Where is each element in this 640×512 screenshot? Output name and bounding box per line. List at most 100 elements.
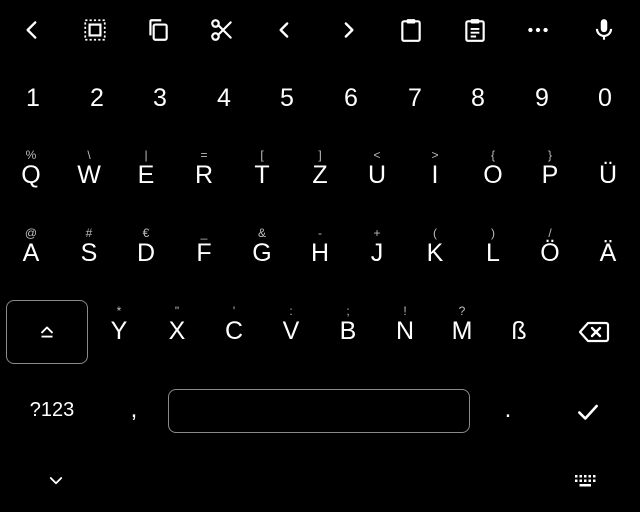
key-4[interactable]: 4 bbox=[195, 64, 253, 132]
checkmark-icon bbox=[578, 404, 598, 420]
key-t[interactable]: [T bbox=[233, 140, 291, 210]
comma-key[interactable]: , bbox=[116, 388, 152, 432]
key-label: X bbox=[168, 316, 186, 345]
key-label: 7 bbox=[408, 83, 422, 112]
key-hint: € bbox=[142, 226, 150, 240]
key-z[interactable]: ] Z bbox=[291, 140, 349, 210]
key-hint: & bbox=[257, 226, 266, 240]
more-icon[interactable] bbox=[520, 12, 556, 48]
key-0[interactable]: 0 bbox=[576, 64, 634, 132]
key-1[interactable]: 1 bbox=[4, 64, 62, 132]
key-hint: < bbox=[373, 148, 381, 162]
key-hint: ] bbox=[318, 148, 322, 162]
key-l[interactable]: ) L bbox=[464, 218, 522, 288]
key-label: 2 bbox=[90, 83, 104, 112]
key-label: B bbox=[339, 316, 357, 345]
key-u[interactable]: < U bbox=[348, 140, 406, 210]
key-label: 8 bbox=[471, 83, 485, 112]
symbols-button[interactable]: ?123 bbox=[16, 388, 88, 432]
shift-button[interactable] bbox=[6, 300, 88, 364]
key-hint: } bbox=[547, 148, 552, 162]
key-q[interactable]: % Q bbox=[2, 140, 60, 210]
key-label: F bbox=[196, 238, 212, 267]
key-r[interactable]: = R bbox=[175, 140, 233, 210]
key-c[interactable]: ' C bbox=[205, 296, 263, 366]
key-f[interactable]: _ F bbox=[175, 218, 233, 288]
key-w[interactable]: \ W bbox=[60, 140, 118, 210]
key-9[interactable]: 9 bbox=[513, 64, 571, 132]
key-h[interactable]: -H bbox=[291, 218, 349, 288]
key-hint: { bbox=[490, 148, 495, 162]
backspace-button[interactable] bbox=[560, 300, 628, 364]
key-label: U bbox=[367, 160, 387, 189]
key-label: N bbox=[395, 316, 415, 345]
key-i[interactable]: > I bbox=[406, 140, 464, 210]
key-label: 9 bbox=[535, 83, 549, 112]
key-g[interactable]: & G bbox=[233, 218, 291, 288]
key-eszett[interactable]: ß bbox=[490, 296, 548, 366]
backspace-icon bbox=[578, 321, 610, 343]
key-label: G bbox=[252, 238, 272, 267]
key-label: V bbox=[282, 316, 300, 345]
key-3[interactable]: 3 bbox=[131, 64, 189, 132]
copy-icon[interactable] bbox=[140, 12, 176, 48]
key-b[interactable]: ; B bbox=[319, 296, 377, 366]
key-label: I bbox=[431, 160, 439, 189]
cut-icon[interactable] bbox=[204, 12, 240, 48]
key-ae[interactable]: Ä bbox=[579, 218, 637, 288]
suggestion-toolbar bbox=[0, 0, 640, 60]
keyboard-switcher-button[interactable] bbox=[566, 466, 606, 496]
key-a[interactable]: @ A bbox=[2, 218, 60, 288]
key-8[interactable]: 8 bbox=[449, 64, 507, 132]
key-j[interactable]: + J bbox=[348, 218, 406, 288]
key-d[interactable]: € D bbox=[117, 218, 175, 288]
key-hint: ( bbox=[433, 226, 437, 240]
key-label: E bbox=[137, 160, 155, 189]
key-hint: _ bbox=[200, 226, 208, 240]
clipboard-list-icon[interactable] bbox=[457, 12, 493, 48]
key-hint: ; bbox=[346, 304, 350, 318]
key-label: Ü bbox=[598, 160, 618, 189]
cursor-left-icon[interactable] bbox=[267, 12, 303, 48]
key-k[interactable]: (K bbox=[406, 218, 464, 288]
key-label: Ö bbox=[540, 238, 560, 267]
key-label: P bbox=[541, 160, 559, 189]
key-label: A bbox=[22, 238, 40, 267]
key-p[interactable]: } P bbox=[521, 140, 579, 210]
microphone-icon[interactable] bbox=[586, 12, 622, 48]
key-label: 3 bbox=[153, 83, 167, 112]
key-m[interactable]: ? M bbox=[433, 296, 491, 366]
key-2[interactable]: 2 bbox=[68, 64, 126, 132]
chevron-left-icon[interactable] bbox=[14, 12, 50, 48]
key-hint: | bbox=[144, 148, 148, 162]
key-oe[interactable]: / Ö bbox=[521, 218, 579, 288]
key-label: Z bbox=[312, 160, 328, 189]
key-label: W bbox=[77, 160, 101, 189]
key-x[interactable]: " X bbox=[148, 296, 206, 366]
key-hint: > bbox=[431, 148, 439, 162]
key-e[interactable]: | E bbox=[117, 140, 175, 210]
key-s[interactable]: # S bbox=[60, 218, 118, 288]
key-o[interactable]: {O bbox=[464, 140, 522, 210]
chevron-down-icon bbox=[49, 477, 63, 485]
key-label: C bbox=[224, 316, 244, 345]
key-hint: + bbox=[373, 226, 381, 240]
key-y[interactable]: * Y bbox=[90, 296, 148, 366]
clipboard-icon[interactable] bbox=[393, 12, 429, 48]
key-label: 4 bbox=[217, 83, 231, 112]
period-key[interactable]: . bbox=[490, 388, 526, 432]
select-all-icon[interactable] bbox=[77, 12, 113, 48]
keyboard-icon bbox=[575, 475, 596, 487]
cursor-right-icon[interactable] bbox=[330, 12, 366, 48]
space-bar[interactable] bbox=[168, 389, 470, 433]
key-label: J bbox=[370, 238, 384, 267]
hide-keyboard-button[interactable] bbox=[38, 466, 74, 496]
key-n[interactable]: ! N bbox=[376, 296, 434, 366]
enter-button[interactable] bbox=[566, 390, 610, 434]
key-7[interactable]: 7 bbox=[386, 64, 444, 132]
key-5[interactable]: 5 bbox=[258, 64, 316, 132]
key-6[interactable]: 6 bbox=[322, 64, 380, 132]
key-v[interactable]: :V bbox=[262, 296, 320, 366]
key-label: R bbox=[194, 160, 214, 189]
key-ue[interactable]: Ü bbox=[579, 140, 637, 210]
